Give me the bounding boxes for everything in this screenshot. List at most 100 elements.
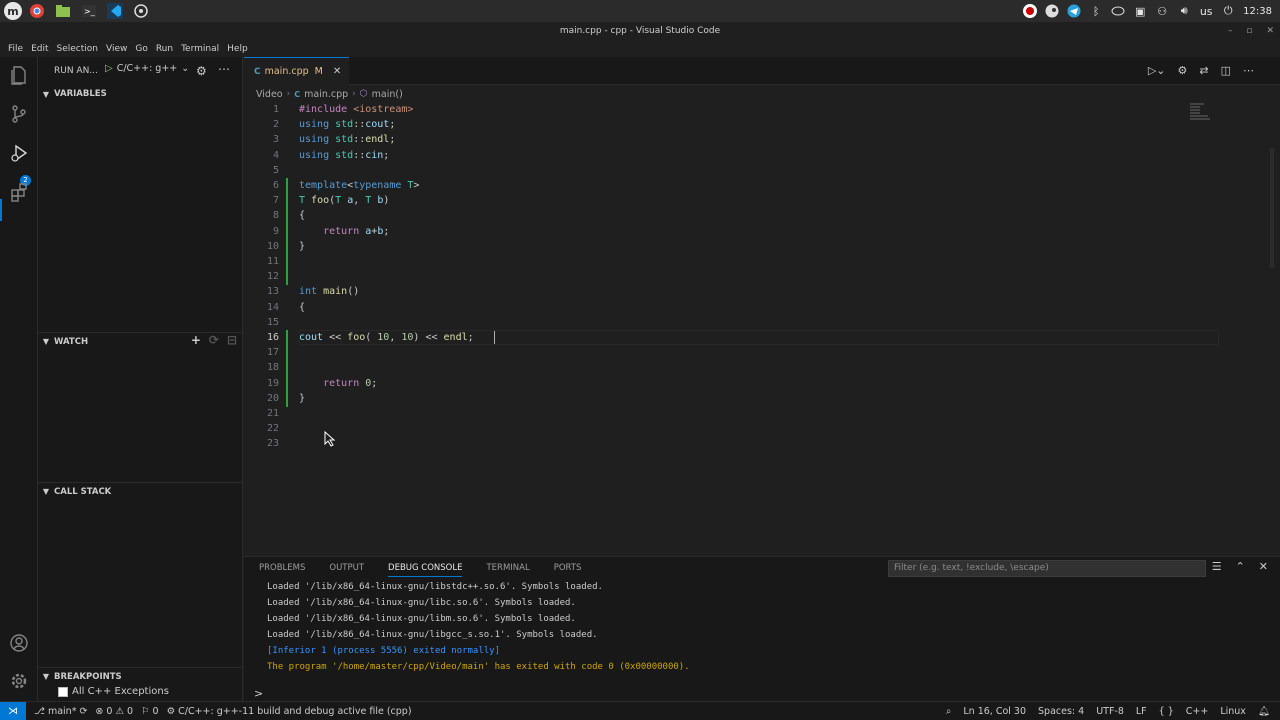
refresh-icon[interactable]: ⟳ bbox=[209, 333, 219, 347]
cursor-position[interactable]: Ln 16, Col 30 bbox=[963, 706, 1026, 717]
clock[interactable]: 12:38 bbox=[1243, 6, 1272, 17]
extensions-icon[interactable] bbox=[9, 182, 29, 202]
platform[interactable]: Linux bbox=[1220, 706, 1246, 717]
launch-config-status[interactable]: ⚙ C/C++: g++-11 build and debug active f… bbox=[167, 706, 412, 717]
end-of-line[interactable]: LF bbox=[1136, 706, 1147, 717]
debug-console-filter-input[interactable]: Filter (e.g. text, !exclude, \escape) bbox=[888, 560, 1206, 577]
code-line[interactable]: 14 { bbox=[244, 300, 1244, 315]
settings-app-icon[interactable] bbox=[130, 2, 152, 20]
terminal-icon[interactable]: >_ bbox=[78, 2, 100, 20]
bluetooth-icon[interactable]: ᛒ bbox=[1089, 4, 1103, 18]
clear-console-icon[interactable]: ☰ bbox=[1212, 560, 1222, 573]
breakpoint-item[interactable]: All C++ Exceptions bbox=[58, 686, 169, 697]
menu-edit[interactable]: Edit bbox=[27, 44, 52, 54]
chrome-icon[interactable] bbox=[26, 2, 48, 20]
indentation[interactable]: Spaces: 4 bbox=[1038, 706, 1084, 717]
close-tab-icon[interactable]: ✕ bbox=[333, 66, 341, 77]
code-line[interactable]: 13 int main() bbox=[244, 284, 1244, 299]
menu-run[interactable]: Run bbox=[152, 44, 177, 54]
code-line[interactable]: 17 bbox=[244, 345, 1244, 362]
remote-indicator-icon[interactable]: ⋊ bbox=[0, 701, 26, 720]
tab-debug-console[interactable]: DEBUG CONSOLE bbox=[388, 563, 463, 577]
code-editor[interactable]: 1 #include <iostream> 2 using std::cout; 3 us… bbox=[244, 102, 1280, 548]
ports-indicator[interactable]: ⚐ 0 bbox=[141, 706, 159, 717]
vscode-icon[interactable] bbox=[104, 2, 126, 20]
accounts-icon[interactable] bbox=[9, 633, 29, 653]
split-editor-icon[interactable]: ◫ bbox=[1221, 64, 1231, 77]
menu-file[interactable]: File bbox=[4, 44, 27, 54]
menu-selection[interactable]: Selection bbox=[53, 44, 102, 54]
section-watch[interactable]: ▼ WATCH + ⟳ ⊟ bbox=[38, 332, 243, 350]
close-panel-icon[interactable]: ✕ bbox=[1259, 560, 1268, 573]
source-control-icon[interactable] bbox=[9, 104, 29, 124]
code-line[interactable]: 1 #include <iostream> bbox=[244, 102, 1244, 117]
launch-config-label[interactable]: C/C++: g++ bbox=[117, 63, 178, 74]
breadcrumb-file[interactable]: main.cpp bbox=[304, 89, 348, 100]
language-mode[interactable]: C++ bbox=[1186, 706, 1209, 717]
run-file-icon[interactable]: ▷⌄ bbox=[1148, 64, 1166, 77]
code-line[interactable]: 9 return a+b; bbox=[244, 223, 1244, 240]
code-line[interactable]: 10} bbox=[244, 238, 1244, 255]
breadcrumb-folder[interactable]: Video bbox=[256, 89, 283, 100]
tab-output[interactable]: OUTPUT bbox=[329, 563, 364, 577]
console-prompt-icon[interactable]: > bbox=[254, 687, 263, 700]
zoom-icon[interactable]: ⌕ bbox=[946, 706, 951, 717]
explorer-icon[interactable] bbox=[9, 65, 29, 85]
code-line[interactable]: 2 using std::cout; bbox=[244, 117, 1244, 132]
code-line[interactable]: 4 using std::cin; bbox=[244, 148, 1244, 163]
menu-help[interactable]: Help bbox=[223, 44, 252, 54]
more-actions-icon[interactable]: ⋯ bbox=[218, 62, 230, 76]
code-line[interactable]: 5 bbox=[244, 163, 1244, 178]
tab-main-cpp[interactable]: C main.cpp M ✕ bbox=[244, 57, 349, 85]
files-folder-icon[interactable] bbox=[52, 2, 74, 20]
code-line[interactable]: 20} bbox=[244, 390, 1244, 407]
braces-icon[interactable]: { } bbox=[1159, 706, 1174, 717]
volume-icon[interactable]: 🔊︎ bbox=[1177, 4, 1191, 18]
os-menu-launcher[interactable]: m bbox=[4, 2, 22, 20]
menu-view[interactable]: View bbox=[102, 44, 131, 54]
code-line[interactable]: 22 bbox=[244, 421, 1244, 436]
clipboard-icon[interactable]: ▣ bbox=[1133, 4, 1147, 18]
code-line[interactable]: 7 T foo(T a, T b) bbox=[244, 193, 1244, 210]
open-changes-icon[interactable]: ⇄ bbox=[1199, 64, 1208, 77]
menu-go[interactable]: Go bbox=[131, 44, 151, 54]
collapse-all-icon[interactable]: ⊟ bbox=[227, 333, 237, 347]
add-expression-icon[interactable]: + bbox=[191, 333, 201, 347]
breakpoint-checkbox[interactable] bbox=[58, 686, 68, 697]
tab-problems[interactable]: PROBLEMS bbox=[259, 563, 305, 577]
minimap[interactable] bbox=[1190, 102, 1215, 132]
code-line[interactable]: 3 using std::endl; bbox=[244, 132, 1244, 147]
intel-icon[interactable] bbox=[1111, 4, 1125, 18]
close-icon[interactable]: ✕ bbox=[1266, 22, 1274, 40]
notifications-bell-icon[interactable]: 🔔︎ bbox=[1258, 706, 1270, 717]
code-line[interactable]: 21 bbox=[244, 406, 1244, 421]
tab-ports[interactable]: PORTS bbox=[554, 563, 582, 577]
editor-scrollbar[interactable] bbox=[1270, 148, 1274, 268]
steam-icon[interactable] bbox=[1045, 4, 1059, 18]
section-breakpoints[interactable]: ▼ BREAKPOINTS bbox=[38, 667, 243, 685]
encoding[interactable]: UTF-8 bbox=[1096, 706, 1124, 717]
code-line[interactable]: 11 bbox=[244, 254, 1244, 270]
power-icon[interactable]: ⏻ bbox=[1221, 4, 1235, 18]
start-debugging-icon[interactable]: ▷ bbox=[105, 63, 113, 74]
chevron-down-icon[interactable]: ⌄ bbox=[181, 63, 189, 74]
menu-terminal[interactable]: Terminal bbox=[177, 44, 223, 54]
settings-gear-icon[interactable]: ⚙ bbox=[1178, 64, 1188, 77]
code-line[interactable]: 23 bbox=[244, 436, 1244, 451]
code-line[interactable]: 19 return 0; bbox=[244, 375, 1244, 392]
section-call-stack[interactable]: ▼ CALL STACK bbox=[38, 482, 243, 500]
problems-indicator[interactable]: ⊗ 0 ⚠ 0 bbox=[95, 706, 133, 717]
git-branch[interactable]: ⎇ main* ⟳ bbox=[34, 706, 87, 717]
code-line[interactable]: 12 bbox=[244, 269, 1244, 286]
network-icon[interactable]: ⚇ bbox=[1155, 4, 1169, 18]
breadcrumb-symbol[interactable]: main() bbox=[372, 89, 403, 100]
minimize-icon[interactable]: – bbox=[1228, 22, 1233, 40]
launch-config-select[interactable]: ▷ C/C++: g++ ⌄ bbox=[105, 63, 189, 74]
code-line[interactable]: 6 template<typename T> bbox=[244, 178, 1244, 194]
obs-icon[interactable] bbox=[1023, 4, 1038, 18]
keyboard-layout-label[interactable]: us bbox=[1199, 4, 1213, 18]
section-variables[interactable]: ▼ VARIABLES bbox=[38, 85, 243, 103]
open-launch-json-gear-icon[interactable]: ⚙ bbox=[196, 64, 207, 78]
code-line[interactable]: 15 bbox=[244, 315, 1244, 330]
code-line[interactable]: 8{ bbox=[244, 208, 1244, 225]
